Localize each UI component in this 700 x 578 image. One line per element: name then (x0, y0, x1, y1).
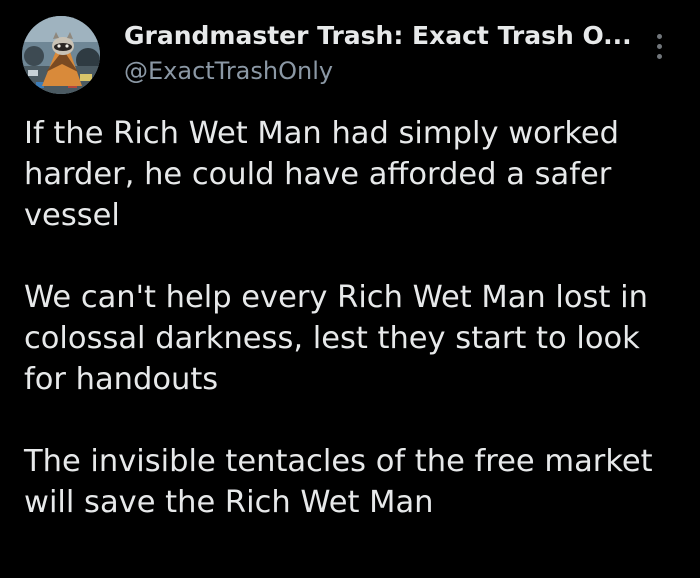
tweet-paragraph: We can't help every Rich Wet Man lost in… (24, 280, 648, 397)
raccoon-in-trash-avatar-icon (22, 16, 100, 94)
more-vertical-icon[interactable] (648, 30, 672, 64)
author-handle[interactable]: @ExactTrashOnly (124, 56, 333, 86)
tweet-paragraph: If the Rich Wet Man had simply worked ha… (24, 116, 620, 233)
author-display-name[interactable]: Grandmaster Trash: Exact Trash O... (124, 20, 632, 52)
tweet-paragraph: The invisible tentacles of the free mark… (24, 444, 653, 520)
avatar[interactable] (22, 16, 100, 94)
tweet-text: If the Rich Wet Man had simply worked ha… (24, 113, 690, 523)
tweet-header: Grandmaster Trash: Exact Trash O... @Exa… (0, 0, 700, 100)
